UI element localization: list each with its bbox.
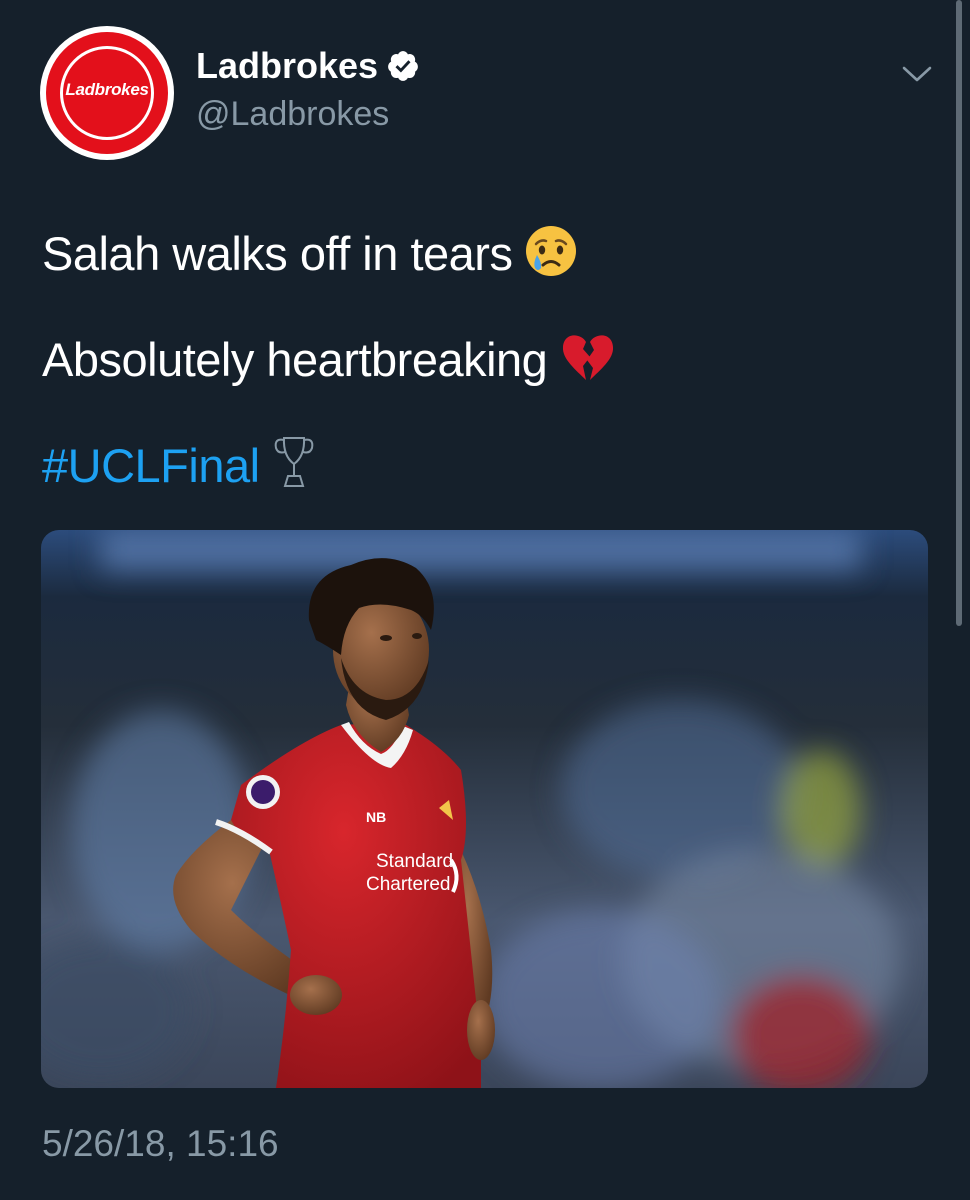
avatar-logo-text: Ladbrokes (65, 80, 149, 99)
tweet-text-line-2: Absolutely heartbreaking (42, 330, 617, 388)
tweet-text: Absolutely heartbreaking (42, 333, 548, 386)
kit-sponsor-line-1: Standard (376, 851, 453, 872)
tweet-text-line-1: Salah walks off in tears (42, 224, 578, 282)
tweet-photo[interactable]: Standard Chartered NB (41, 530, 928, 1088)
display-name[interactable]: Ladbrokes (196, 45, 378, 86)
kit-maker-logo: NB (366, 809, 386, 825)
tweet-text: Salah walks off in tears (42, 227, 513, 280)
avatar[interactable]: Ladbrokes (40, 26, 174, 160)
display-name-row[interactable]: Ladbrokes (196, 46, 420, 86)
handle[interactable]: @Ladbrokes (196, 94, 389, 134)
scrollbar[interactable] (956, 0, 962, 626)
verified-badge-icon (388, 51, 418, 81)
chevron-down-icon[interactable] (900, 60, 934, 88)
timestamp[interactable]: 5/26/18, 15:16 (42, 1122, 279, 1166)
avatar-logo: Ladbrokes (46, 32, 168, 154)
kit-sponsor-line-2: Chartered (366, 874, 451, 895)
tweet-text-line-3: #UCLFinal (42, 432, 316, 494)
tweet-card: Ladbrokes Ladbrokes @Ladbrokes Salah wal… (0, 0, 970, 1200)
broken-heart-icon (563, 335, 614, 380)
trophy-outline-icon (274, 437, 313, 487)
hashtag-link[interactable]: #UCLFinal (42, 439, 260, 492)
crying-face-icon (526, 226, 577, 276)
player-photo: Standard Chartered NB (41, 530, 928, 1088)
